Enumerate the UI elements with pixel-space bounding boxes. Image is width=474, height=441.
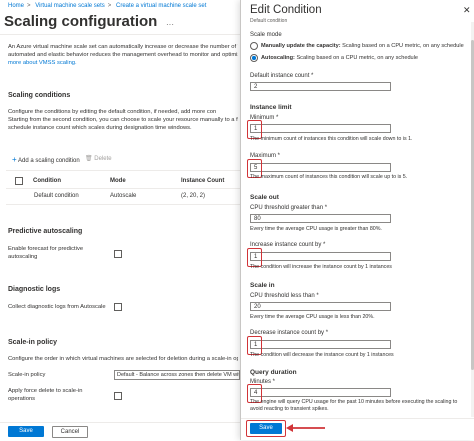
arrow-left-icon	[286, 424, 325, 432]
scaling-desc-line-3: schedule instance count which scales dur…	[8, 125, 192, 131]
ellipsis-icon[interactable]: ···	[166, 20, 174, 29]
autoscaling-option-bold: Autoscaling:	[261, 55, 295, 61]
breadcrumb-vmss[interactable]: Virtual machine scale sets	[35, 3, 105, 9]
intro-line-1: An Azure virtual machine scale set can a…	[8, 44, 238, 50]
table-row[interactable]: Default condition Autoscale (2, 20, 2)	[6, 189, 240, 203]
decrease-count-help: The condition will decrease the instance…	[250, 352, 394, 358]
row-mode: Autoscale	[110, 193, 137, 199]
scale-in-policy-heading: Scale-in policy	[8, 339, 58, 346]
enable-forecast-checkbox[interactable]	[114, 250, 122, 258]
intro-text: An Azure virtual machine scale set can a…	[8, 43, 238, 67]
query-help-line-2: avoid reacting to transient spikes.	[250, 405, 329, 412]
enable-forecast-label-line-2: autoscaling	[8, 253, 38, 260]
scale-in-heading: Scale in	[250, 282, 275, 289]
scaling-conditions-desc: Configure the conditions by editing the …	[8, 108, 238, 132]
cpu-less-than-input[interactable]: 20	[250, 302, 391, 311]
force-delete-label-line-2: operations	[8, 395, 36, 402]
collect-diagnostic-logs-checkbox[interactable]	[114, 303, 122, 311]
panel-subtitle: Default condition	[250, 18, 288, 24]
close-icon[interactable]: ✕	[463, 5, 471, 16]
plus-icon: +	[12, 155, 17, 164]
enable-forecast-label-line-1: Enable forecast for predictive	[8, 246, 84, 252]
left-save-button[interactable]: Save	[8, 426, 44, 437]
column-header-mode: Mode	[110, 178, 126, 184]
autoscaling-radio[interactable]	[250, 54, 258, 62]
force-delete-label-line-1: Apply force delete to scale-in	[8, 388, 83, 394]
panel-title: Edit Condition	[250, 4, 322, 16]
breadcrumb-separator-icon: >	[107, 3, 112, 9]
increase-count-input[interactable]: 1	[250, 252, 391, 261]
scale-in-policy-desc: Configure the order in which virtual mac…	[8, 356, 238, 362]
add-scaling-condition-button[interactable]: + Add a scaling condition	[12, 155, 80, 164]
row-instance-count: (2, 20, 2)	[181, 193, 206, 199]
column-header-instance-count: Instance Count	[181, 178, 225, 184]
maximum-help: The maximum count of instances this cond…	[250, 174, 408, 180]
diagnostic-logs-heading: Diagnostic logs	[8, 286, 61, 293]
manual-option-bold: Manually update the capacity:	[261, 43, 341, 49]
query-duration-help: The engine will query CPU usage for the …	[250, 399, 457, 412]
collect-diagnostic-logs-label: Collect diagnostic logs from Autoscale	[8, 304, 106, 310]
breadcrumb-separator-icon: >	[27, 3, 31, 9]
scaling-desc-line-1: Configure the conditions by editing the …	[8, 109, 217, 115]
cpu-greater-than-input[interactable]: 80	[250, 214, 391, 223]
scaling-desc-line-2: Starting from the second condition, you …	[8, 117, 238, 123]
manual-radio[interactable]	[250, 42, 258, 50]
breadcrumb: Home > Virtual machine scale sets > Create…	[8, 3, 209, 9]
manual-option-rest: Scaling based on a CPU metric, on any sc…	[342, 43, 464, 49]
column-header-condition: Condition	[33, 178, 61, 184]
minimum-input[interactable]: 1	[250, 124, 391, 133]
cancel-button[interactable]: Cancel	[52, 426, 88, 438]
default-instance-count-input[interactable]: 2	[250, 82, 391, 91]
enable-forecast-label: Enable forecast for predictive autoscali…	[8, 246, 83, 261]
force-delete-checkbox[interactable]	[114, 392, 122, 400]
default-instance-count-label: Default instance count *	[250, 73, 314, 79]
divider	[6, 170, 240, 171]
cpu-greater-than-help: Every time the average CPU usage is grea…	[250, 226, 382, 232]
panel-footer-divider	[241, 418, 474, 419]
maximum-input[interactable]: 5	[250, 163, 391, 172]
force-delete-label: Apply force delete to scale-in operation…	[8, 388, 82, 403]
query-duration-heading: Query duration	[250, 369, 297, 376]
default-condition-link[interactable]: Default condition	[34, 193, 79, 199]
breadcrumb-create-vmss[interactable]: Create a virtual machine scale set	[116, 3, 206, 9]
cpu-less-than-label: CPU threshold less than *	[250, 293, 319, 299]
page-title: Scaling configuration	[4, 13, 158, 30]
divider	[0, 34, 240, 35]
autoscaling-option-rest: Scaling based on a CPU metric, on any sc…	[296, 55, 419, 61]
manual-option-label: Manually update the capacity: Scaling ba…	[261, 43, 464, 49]
decrease-count-input[interactable]: 1	[250, 340, 391, 349]
divider	[6, 204, 240, 205]
scaling-conditions-heading: Scaling conditions	[8, 92, 71, 99]
trash-icon: 🗑	[85, 156, 93, 162]
edit-condition-panel: Edit Condition Default condition ✕ Scale…	[240, 0, 474, 440]
save-highlight	[246, 420, 286, 437]
query-help-line-1: The engine will query CPU usage for the …	[250, 399, 458, 405]
increase-count-help: The condition will increase the instance…	[250, 264, 392, 270]
scale-in-policy-select[interactable]: Default - Balance across zones then dele…	[114, 370, 240, 380]
select-all-checkbox[interactable]	[15, 177, 23, 185]
intro-line-2: automated and elastic behavior reduces t…	[8, 52, 238, 58]
scale-in-policy-label: Scale-in policy	[8, 372, 46, 378]
instance-limit-heading: Instance limit	[250, 104, 292, 111]
cpu-less-than-help: Every time the average CPU usage is less…	[250, 314, 375, 320]
increase-count-label: Increase instance count by *	[250, 242, 326, 248]
cpu-greater-than-label: CPU threshold greater than *	[250, 205, 328, 211]
autoscaling-option-label: Autoscaling: Scaling based on a CPU metr…	[261, 55, 418, 61]
delete-button[interactable]: 🗑 Delete	[85, 155, 112, 162]
minutes-input[interactable]: 4	[250, 388, 391, 397]
vmss-scaling-link[interactable]: more about VMSS scaling.	[8, 59, 238, 67]
delete-label: Delete	[94, 156, 112, 162]
add-scaling-condition-label: Add a scaling condition	[18, 158, 80, 164]
scale-mode-label: Scale mode	[250, 32, 282, 38]
scale-out-heading: Scale out	[250, 194, 279, 201]
minimum-help: The minimum count of instances this cond…	[250, 136, 413, 142]
decrease-count-label: Decrease instance count by *	[250, 330, 329, 336]
breadcrumb-home[interactable]: Home	[8, 3, 24, 9]
predictive-autoscaling-heading: Predictive autoscaling	[8, 228, 83, 235]
